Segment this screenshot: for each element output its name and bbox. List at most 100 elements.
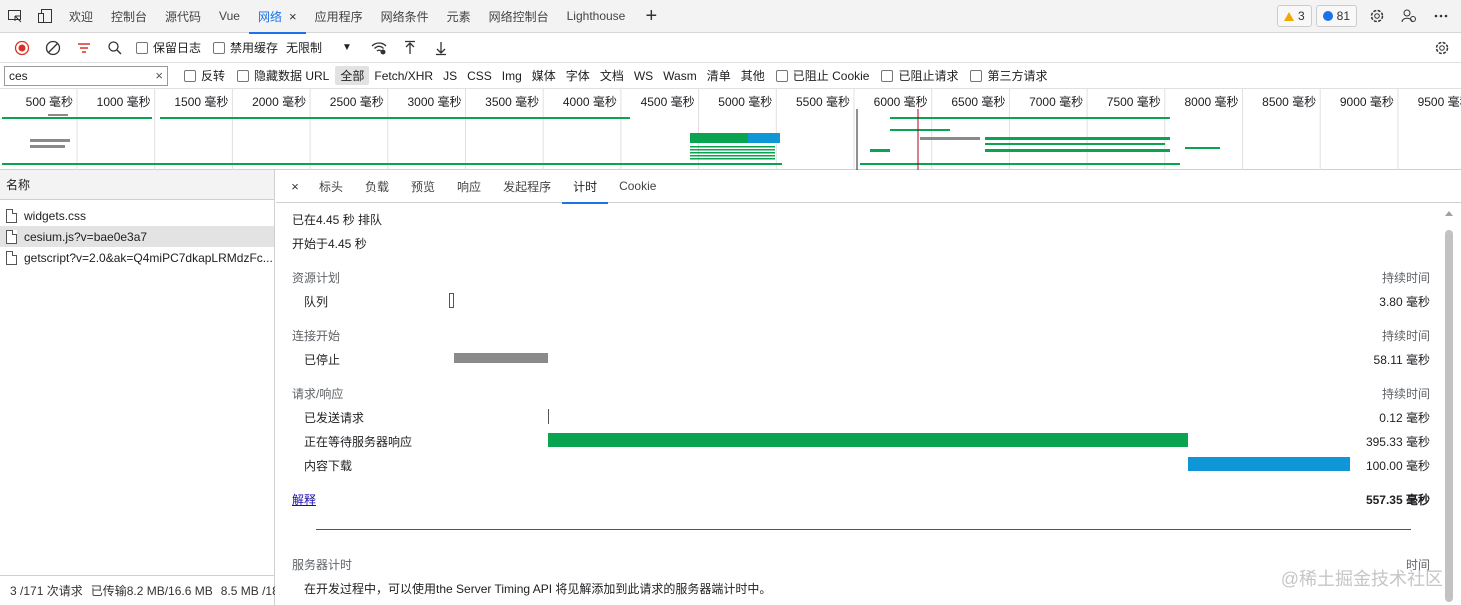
request-row[interactable]: widgets.css [0, 205, 274, 226]
request-count: 3 /171 次请求 [10, 584, 83, 598]
inspect-element-icon[interactable] [0, 0, 30, 33]
device-toolbar-icon[interactable] [30, 0, 60, 33]
activity-block [48, 114, 68, 116]
activity-block [690, 155, 775, 157]
tab-console[interactable]: 控制台 [102, 0, 156, 33]
filter-icon[interactable] [68, 33, 99, 63]
tab-cookies[interactable]: Cookie [608, 170, 667, 203]
activity-block [985, 137, 1170, 140]
tab-network[interactable]: 网络 × [248, 0, 306, 34]
timing-row-value: 395.33 毫秒 [1365, 435, 1430, 449]
invert-checkbox[interactable]: 反转 [184, 67, 225, 84]
request-row[interactable]: getscript?v=2.0&ak=Q4miPC7dkapLRMdzFc... [0, 247, 274, 268]
name-column-header[interactable]: 名称 [0, 170, 274, 200]
third-party-label: 第三方请求 [987, 69, 1048, 83]
request-list: 名称 widgets.css cesium.js?v=bae0e3a7 gets… [0, 170, 275, 605]
preserve-log-checkbox[interactable]: 保留日志 [136, 39, 201, 56]
timing-row-value: 3.80 毫秒 [1379, 295, 1430, 309]
network-settings-gear-icon[interactable] [1426, 33, 1457, 63]
checkbox-box[interactable] [237, 69, 250, 82]
scroll-up-arrow-icon[interactable] [1445, 211, 1453, 216]
overview-tick-label: 3000 毫秒 [407, 94, 461, 109]
filter-type-all[interactable]: 全部 [335, 66, 370, 85]
tab-initiator[interactable]: 发起程序 [492, 170, 562, 203]
checkbox-box[interactable] [184, 69, 196, 82]
request-name: widgets.css [24, 208, 87, 223]
server-timing-note: 在开发过程中，可以使用the Server Timing API 将见解添加到此… [304, 582, 772, 596]
filter-type-fetch-xhr[interactable]: Fetch/XHR [369, 68, 438, 84]
filter-type-manifest[interactable]: 清单 [702, 66, 736, 85]
filter-input-value[interactable]: ces [9, 69, 28, 83]
tab-preview[interactable]: 预览 [400, 170, 446, 203]
network-conditions-wifi-icon[interactable] [364, 33, 395, 63]
tab-welcome[interactable]: 欢迎 [60, 0, 102, 33]
close-detail-icon[interactable]: × [282, 179, 308, 194]
filter-input[interactable]: ces × [4, 65, 168, 86]
blocked-requests-checkbox[interactable]: 已阻止请求 [881, 67, 958, 84]
tab-network-console[interactable]: 网络控制台 [480, 0, 558, 33]
customize-people-icon[interactable] [1393, 0, 1425, 33]
checkbox-box[interactable] [881, 69, 894, 82]
filter-type-ws[interactable]: WS [629, 68, 658, 84]
hide-data-urls-checkbox[interactable]: 隐藏数据 URL [237, 67, 329, 84]
filter-type-js[interactable]: JS [438, 68, 462, 84]
activity-block [30, 139, 70, 142]
filter-type-other[interactable]: 其他 [736, 66, 770, 85]
checkbox-box[interactable] [136, 41, 148, 54]
filter-type-font[interactable]: 字体 [561, 66, 595, 85]
filter-type-css[interactable]: CSS [462, 68, 497, 84]
search-icon[interactable] [99, 33, 130, 63]
settings-gear-icon[interactable] [1361, 0, 1393, 33]
clear-filter-icon[interactable]: × [155, 68, 163, 83]
tab-lighthouse[interactable]: Lighthouse [558, 0, 635, 33]
tab-network-conditions[interactable]: 网络条件 [372, 0, 438, 33]
section-title: 连接开始 [292, 329, 341, 343]
preserve-log-label: 保留日志 [153, 41, 202, 55]
timing-row-value: 0.12 毫秒 [1379, 411, 1430, 425]
tab-response[interactable]: 响应 [446, 170, 492, 203]
filter-type-img[interactable]: Img [497, 68, 527, 84]
import-har-icon[interactable] [395, 33, 426, 63]
blocked-cookies-checkbox[interactable]: 已阻止 Cookie [775, 67, 869, 84]
overview-tick-label: 6000 毫秒 [874, 94, 928, 109]
tab-application[interactable]: 应用程序 [306, 0, 372, 33]
throttle-select[interactable]: 无限制 ▼ [286, 39, 352, 56]
record-button[interactable] [6, 33, 37, 63]
checkbox-box[interactable] [213, 41, 226, 54]
tab-sources[interactable]: 源代码 [156, 0, 210, 33]
invert-label: 反转 [201, 69, 226, 83]
add-tab-button[interactable]: + [634, 0, 668, 33]
checkbox-box[interactable] [970, 69, 983, 82]
network-overview-timeline[interactable]: 500 毫秒 1000 毫秒 1500 毫秒 2000 毫秒 2500 毫秒 3000 毫… [0, 89, 1461, 170]
detail-scrollbar[interactable] [1445, 208, 1453, 603]
scrollbar-thumb[interactable] [1445, 230, 1453, 602]
warnings-badge[interactable]: 3 [1276, 5, 1312, 27]
clear-icon[interactable] [37, 33, 68, 63]
close-tab-icon[interactable]: × [289, 9, 297, 24]
tab-vue[interactable]: Vue [210, 0, 249, 33]
more-options-icon[interactable] [1425, 0, 1457, 33]
duration-header: 持续时间 [1381, 271, 1430, 285]
filter-type-media[interactable]: 媒体 [527, 66, 561, 85]
activity-block [870, 149, 890, 152]
overview-tick-label: 500 毫秒 [26, 94, 73, 109]
messages-badge[interactable]: 81 [1315, 5, 1357, 27]
server-timing-title: 服务器计时 [292, 558, 353, 572]
tab-elements[interactable]: 元素 [438, 0, 480, 33]
activity-block [690, 152, 775, 154]
tab-payload[interactable]: 负载 [354, 170, 400, 203]
activity-block [690, 149, 775, 151]
disable-cache-checkbox[interactable]: 禁用缓存 [213, 39, 278, 56]
filter-type-doc[interactable]: 文档 [595, 66, 629, 85]
checkbox-box[interactable] [775, 69, 788, 82]
request-row[interactable]: cesium.js?v=bae0e3a7 [0, 226, 274, 247]
tab-timing[interactable]: 计时 [562, 170, 609, 204]
overview-tick-label: 9000 毫秒 [1340, 94, 1394, 109]
third-party-checkbox[interactable]: 第三方请求 [970, 67, 1048, 84]
export-har-icon[interactable] [426, 33, 457, 63]
filter-bar: ces × 反转 隐藏数据 URL 全部 Fetch/XHR JS CSS Im… [0, 63, 1461, 89]
filter-type-wasm[interactable]: Wasm [658, 68, 702, 84]
explain-link[interactable]: 解释 [292, 491, 316, 508]
tab-headers[interactable]: 标头 [308, 170, 354, 203]
overview-tick-label: 4500 毫秒 [641, 94, 695, 109]
